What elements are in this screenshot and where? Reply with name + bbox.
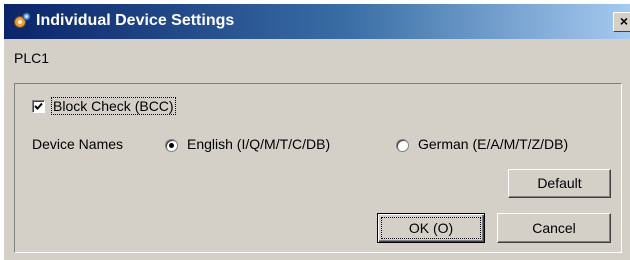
device-names-label: Device Names — [32, 136, 124, 152]
settings-gear-icon — [14, 12, 31, 28]
focus-rectangle — [381, 217, 481, 239]
radio-german-label[interactable]: German (E/A/M/T/Z/DB) — [418, 136, 568, 152]
radio-german[interactable] — [396, 139, 409, 152]
dialog-title: Individual Device Settings — [36, 12, 235, 29]
cancel-button[interactable]: Cancel — [497, 213, 611, 243]
close-icon: × — [619, 13, 629, 29]
cancel-button-label: Cancel — [532, 220, 576, 236]
close-button[interactable]: × — [613, 12, 630, 32]
block-check-label: Block Check (BCC) — [51, 97, 176, 115]
default-button-label: Default — [537, 175, 582, 191]
device-name-label: PLC1 — [14, 50, 50, 66]
block-check-option[interactable]: Block Check (BCC) — [32, 97, 176, 115]
radio-selected-dot — [169, 143, 174, 148]
ok-button[interactable]: OK (O) — [377, 213, 485, 243]
radio-english[interactable] — [165, 139, 178, 152]
title-bar[interactable]: Individual Device Settings — [4, 4, 630, 39]
block-check-checkbox[interactable] — [32, 99, 45, 113]
default-button[interactable]: Default — [508, 169, 611, 198]
radio-english-label[interactable]: English (I/Q/M/T/C/DB) — [187, 136, 330, 152]
checkmark-icon — [34, 102, 43, 110]
